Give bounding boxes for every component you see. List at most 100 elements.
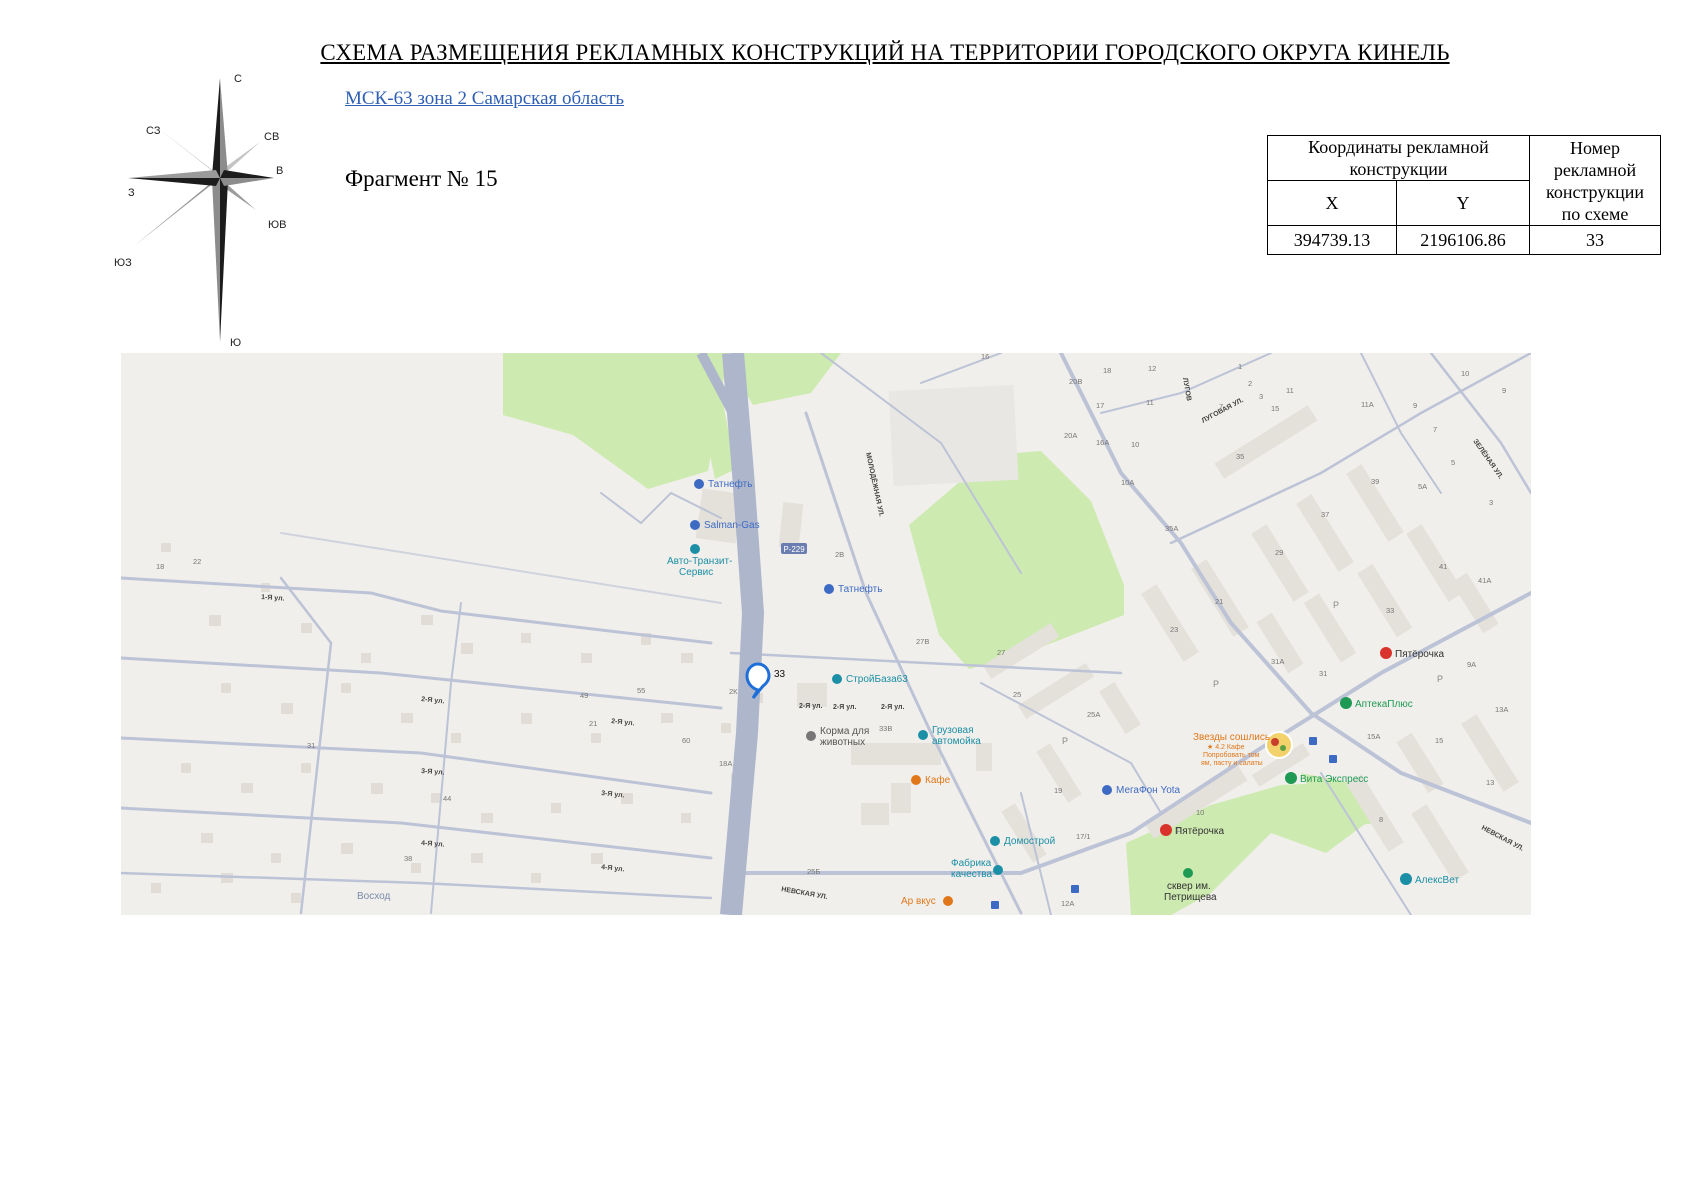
poi-aleksvet[interactable]: АлексВет xyxy=(1400,873,1459,886)
svg-text:МегаФон Yota: МегаФон Yota xyxy=(1116,785,1181,796)
svg-text:13А: 13А xyxy=(1495,705,1508,714)
svg-text:18: 18 xyxy=(1103,366,1111,375)
poi-pyaterochka-2[interactable]: Пятёрочка xyxy=(1380,647,1444,660)
svg-text:Домострой: Домострой xyxy=(1004,836,1055,847)
poi-megafon[interactable]: МегаФон Yota xyxy=(1102,785,1181,796)
svg-text:39: 39 xyxy=(1371,477,1379,486)
svg-text:2-Я ул.: 2-Я ул. xyxy=(799,703,822,710)
crs-link[interactable]: МСК-63 зона 2 Самарская область xyxy=(345,88,624,110)
svg-text:41: 41 xyxy=(1439,562,1447,571)
col-y-header: Y xyxy=(1396,180,1530,226)
svg-text:3-Я ул.: 3-Я ул. xyxy=(421,768,445,777)
svg-text:2-Я ул.: 2-Я ул. xyxy=(611,718,635,727)
svg-text:2: 2 xyxy=(1248,379,1252,388)
map-canvas[interactable]: Р-229 1-Я ул. 2-Я ул. 2-Я ул. 3-Я ул. 3-… xyxy=(121,353,1531,915)
svg-text:17: 17 xyxy=(1096,401,1104,410)
svg-text:2К: 2К xyxy=(729,687,738,696)
svg-text:18: 18 xyxy=(156,562,164,571)
poi-stroybaza63[interactable]: СтройБаза63 xyxy=(832,674,908,685)
svg-text:25: 25 xyxy=(1013,690,1021,699)
svg-text:35А: 35А xyxy=(1165,524,1178,533)
svg-text:3-Я ул.: 3-Я ул. xyxy=(601,790,625,799)
svg-text:Татнефть: Татнефть xyxy=(708,478,752,490)
svg-text:P: P xyxy=(1062,736,1068,746)
table-row: 394739.13 2196106.86 33 xyxy=(1267,225,1661,255)
svg-text:сквер им.: сквер им. xyxy=(1167,881,1211,892)
poi-avto-tranzit[interactable]: Авто-Транзит- Сервис xyxy=(667,544,732,578)
svg-text:автомойка: автомойка xyxy=(932,736,981,747)
svg-text:20В: 20В xyxy=(1069,377,1082,386)
page-title: СХЕМА РАЗМЕЩЕНИЯ РЕКЛАМНЫХ КОНСТРУКЦИЙ Н… xyxy=(320,40,1450,65)
compass-e-label: В xyxy=(276,165,283,177)
compass-se-label: ЮВ xyxy=(268,219,286,231)
svg-text:1: 1 xyxy=(1238,362,1242,371)
fragment-label: Фрагмент № 15 xyxy=(345,166,498,191)
poi-korma[interactable]: Корма для животных xyxy=(806,726,869,748)
svg-text:11: 11 xyxy=(1146,398,1154,407)
place-label-voskhod: Восход xyxy=(357,891,390,902)
svg-text:31: 31 xyxy=(1319,669,1327,678)
svg-text:Татнефть: Татнефть xyxy=(838,583,882,595)
svg-text:15: 15 xyxy=(1435,736,1443,745)
svg-text:2-Я ул.: 2-Я ул. xyxy=(833,704,856,711)
svg-text:4-Я ул.: 4-Я ул. xyxy=(421,840,445,849)
coords-header: Координаты рекламной конструкции xyxy=(1267,135,1530,181)
svg-text:55: 55 xyxy=(637,686,645,695)
svg-text:P: P xyxy=(1333,600,1339,610)
svg-text:38: 38 xyxy=(404,854,412,863)
svg-text:качества: качества xyxy=(951,869,992,880)
cell-y: 2196106.86 xyxy=(1396,225,1530,255)
svg-text:НЕВСКАЯ УЛ.: НЕВСКАЯ УЛ. xyxy=(781,886,828,901)
number-header: Номер рекламной конструкции по схеме xyxy=(1529,135,1661,226)
svg-text:2-Я ул.: 2-Я ул. xyxy=(881,704,904,711)
svg-text:16: 16 xyxy=(981,353,989,361)
svg-text:P: P xyxy=(1213,679,1219,689)
svg-text:Попробовать том: Попробовать том xyxy=(1203,751,1260,759)
poi-aptekaplus[interactable]: АптекаПлюс xyxy=(1340,697,1413,710)
svg-text:Корма для: Корма для xyxy=(820,726,869,737)
svg-text:4-Я ул.: 4-Я ул. xyxy=(601,864,625,873)
svg-text:Петрищева: Петрищева xyxy=(1164,892,1217,903)
svg-text:3: 3 xyxy=(1259,392,1263,401)
svg-text:21: 21 xyxy=(589,719,597,728)
svg-text:18А: 18А xyxy=(719,759,732,768)
svg-text:25А: 25А xyxy=(1087,710,1100,719)
poi-domostroy[interactable]: Домострой xyxy=(990,836,1055,847)
svg-text:12: 12 xyxy=(1148,364,1156,373)
svg-text:Кафе: Кафе xyxy=(925,774,951,786)
svg-text:животных: животных xyxy=(820,737,865,748)
svg-text:33: 33 xyxy=(1386,606,1394,615)
highway-p229 xyxy=(720,353,765,915)
poi-ar-vkus[interactable]: Ар вкус xyxy=(901,896,953,907)
svg-text:P: P xyxy=(1437,674,1443,684)
cell-x: 394739.13 xyxy=(1267,225,1397,255)
svg-text:2В: 2В xyxy=(835,550,844,559)
svg-text:9: 9 xyxy=(1413,401,1417,410)
svg-text:3: 3 xyxy=(1489,498,1493,507)
compass-n-label: С xyxy=(234,73,242,85)
svg-text:23: 23 xyxy=(1170,625,1178,634)
svg-text:СтройБаза63: СтройБаза63 xyxy=(846,674,908,685)
svg-text:ЛУГОВ: ЛУГОВ xyxy=(1181,377,1192,402)
map-fragment[interactable]: Р-229 1-Я ул. 2-Я ул. 2-Я ул. 3-Я ул. 3-… xyxy=(121,353,1531,915)
svg-text:9А: 9А xyxy=(1467,660,1476,669)
svg-text:60: 60 xyxy=(682,736,690,745)
svg-text:НЕВСКАЯ УЛ.: НЕВСКАЯ УЛ. xyxy=(1480,825,1525,853)
poi-tatneft-1[interactable]: Татнефть xyxy=(694,478,752,490)
svg-text:11А: 11А xyxy=(1361,400,1374,409)
svg-text:20А: 20А xyxy=(1064,431,1077,440)
svg-text:Р-229: Р-229 xyxy=(783,545,805,554)
svg-text:10: 10 xyxy=(1461,369,1469,378)
poi-vita-express[interactable]: Вита Экспресс xyxy=(1285,772,1368,785)
park-north xyxy=(503,353,728,489)
svg-text:27: 27 xyxy=(997,648,1005,657)
svg-text:5: 5 xyxy=(1451,458,1455,467)
buildings xyxy=(695,384,1519,882)
svg-text:Звезды сошлись: Звезды сошлись xyxy=(1193,732,1270,743)
svg-text:10: 10 xyxy=(1131,440,1139,449)
poi-kafe[interactable]: Кафе xyxy=(911,774,951,786)
park-central xyxy=(909,451,1124,669)
poi-tatneft-2[interactable]: Татнефть xyxy=(824,583,882,595)
compass-rose-icon: С СВ В ЮВ Ю ЮЗ З СЗ xyxy=(114,73,286,349)
svg-text:7: 7 xyxy=(1219,402,1223,411)
